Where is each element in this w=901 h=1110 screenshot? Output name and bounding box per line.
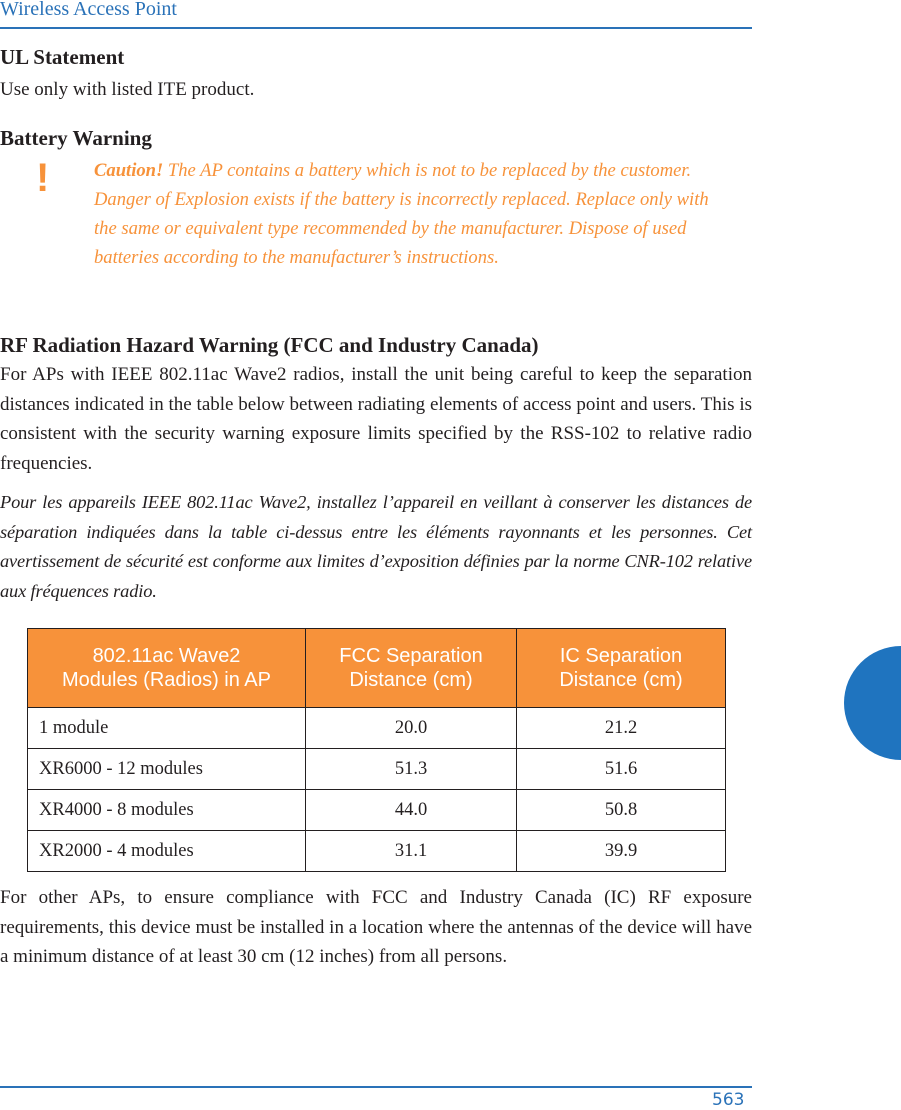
- rf-body-french: Pour les appareils IEEE 802.11ac Wave2, …: [0, 492, 752, 601]
- table-row: XR4000 - 8 modules 44.0 50.8: [27, 789, 726, 831]
- cell-ic: 21.2: [516, 707, 726, 749]
- rf-hazard-heading: RF Radiation Hazard Warning (FCC and Ind…: [0, 333, 539, 357]
- cell-modules: XR6000 - 12 modules: [27, 748, 306, 790]
- footer-rule: [0, 1086, 752, 1088]
- table-row: XR2000 - 4 modules 31.1 39.9: [27, 830, 726, 872]
- ul-statement-heading: UL Statement: [0, 45, 125, 69]
- cell-ic: 39.9: [516, 830, 726, 872]
- page-number: 563: [712, 1090, 745, 1110]
- cell-modules: XR2000 - 4 modules: [27, 830, 306, 872]
- separation-distance-table: 802.11ac Wave2 Modules (Radios) in AP FC…: [27, 628, 726, 872]
- battery-caution-text: Caution! The AP contains a battery which…: [94, 156, 734, 272]
- exclamation-icon: !: [36, 156, 50, 200]
- table-row: 1 module 20.0 21.2: [27, 707, 726, 749]
- rf-body-english: For APs with IEEE 802.11ac Wave2 radios,…: [0, 364, 752, 474]
- rf-body-other-aps: For other APs, to ensure compliance with…: [0, 887, 752, 967]
- col-header-modules: 802.11ac Wave2 Modules (Radios) in AP: [27, 628, 306, 708]
- col-header-fcc: FCC Separation Distance (cm): [305, 628, 517, 708]
- ul-statement-body: Use only with listed ITE product.: [0, 79, 255, 100]
- cell-ic: 51.6: [516, 748, 726, 790]
- caution-label: Caution!: [94, 160, 164, 181]
- col-header-ic: IC Separation Distance (cm): [516, 628, 726, 708]
- cell-fcc: 51.3: [305, 748, 517, 790]
- header-rule: [0, 27, 752, 29]
- caution-body: The AP contains a battery which is not t…: [94, 160, 709, 268]
- cell-modules: 1 module: [27, 707, 306, 749]
- table-row: XR6000 - 12 modules 51.3 51.6: [27, 748, 726, 790]
- cell-modules: XR4000 - 8 modules: [27, 789, 306, 831]
- chapter-thumb-tab: [844, 646, 901, 760]
- running-header-title: Wireless Access Point: [0, 0, 177, 20]
- cell-ic: 50.8: [516, 789, 726, 831]
- cell-fcc: 44.0: [305, 789, 517, 831]
- battery-warning-heading: Battery Warning: [0, 126, 152, 150]
- cell-fcc: 31.1: [305, 830, 517, 872]
- table-header-row: 802.11ac Wave2 Modules (Radios) in AP FC…: [27, 628, 726, 708]
- cell-fcc: 20.0: [305, 707, 517, 749]
